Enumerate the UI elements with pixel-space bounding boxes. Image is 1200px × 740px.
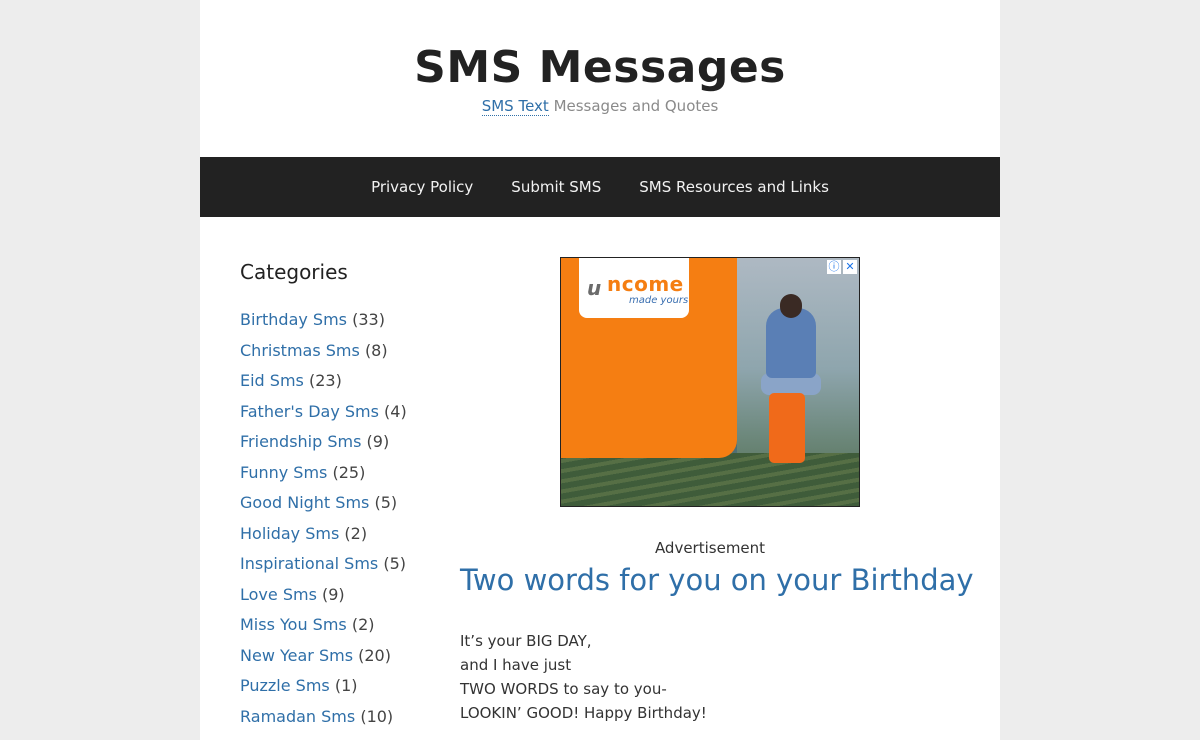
category-link[interactable]: Birthday Sms xyxy=(240,310,347,329)
list-item: Good Night Sms (5) xyxy=(240,493,440,524)
category-count: (5) xyxy=(383,554,407,573)
ad-logo: u ncome made yours xyxy=(579,258,689,318)
category-count: (9) xyxy=(366,432,390,451)
category-count: (9) xyxy=(322,584,345,604)
category-link[interactable]: Love Sms xyxy=(240,585,317,604)
ad-controls: ⓘ ✕ xyxy=(827,260,857,274)
list-item: Christmas Sms (8) xyxy=(240,341,440,372)
list-item: Eid Sms (23) xyxy=(240,371,440,402)
page-container: SMS Messages SMS Text Messages and Quote… xyxy=(200,0,1000,740)
category-count: (25) xyxy=(332,462,366,482)
category-count: (2) xyxy=(351,615,375,634)
post-body: It’s your BIG DAY, and I have just TWO W… xyxy=(460,629,960,725)
list-item: Funny Sms (25) xyxy=(240,463,440,494)
list-item: New Year Sms (20) xyxy=(240,646,440,677)
ad-suitcase-image xyxy=(769,393,805,463)
ad-logo-text: ncome xyxy=(607,272,684,296)
category-count: (23) xyxy=(308,371,342,390)
category-count: (10) xyxy=(360,706,394,726)
categories-heading: Categories xyxy=(240,260,348,284)
category-count: (2) xyxy=(344,523,368,543)
site-tagline: SMS Text Messages and Quotes xyxy=(200,96,1000,116)
main-nav: Privacy Policy Submit SMS SMS Resources … xyxy=(200,157,1000,217)
list-item: Friendship Sms (9) xyxy=(240,432,440,463)
category-count: (1) xyxy=(334,676,358,695)
list-item: Miss You Sms (2) xyxy=(240,615,440,646)
site-title[interactable]: SMS Messages xyxy=(200,42,1000,94)
ad-logo-slogan: made yours xyxy=(629,295,689,306)
list-item: Holiday Sms (2) xyxy=(240,524,440,555)
list-item: Ramadan Sms (10) xyxy=(240,707,440,738)
ad-close-icon[interactable]: ✕ xyxy=(843,260,857,274)
category-link[interactable]: Inspirational Sms xyxy=(240,554,378,573)
category-link[interactable]: New Year Sms xyxy=(240,646,353,665)
post-line: TWO WORDS to say to you- xyxy=(460,680,667,698)
category-list: Birthday Sms (33) Christmas Sms (8) Eid … xyxy=(240,310,440,737)
ad-logo-mark: u xyxy=(587,276,602,300)
tagline-text: Messages and Quotes xyxy=(548,97,719,115)
advertisement-label: Advertisement xyxy=(654,539,766,557)
list-item: Birthday Sms (33) xyxy=(240,310,440,341)
category-link[interactable]: Friendship Sms xyxy=(240,432,361,451)
sidebar: Categories Birthday Sms (33) Christmas S… xyxy=(240,258,440,737)
category-link[interactable]: Holiday Sms xyxy=(240,524,339,543)
category-link[interactable]: Miss You Sms xyxy=(240,615,347,634)
nav-item-privacy-policy[interactable]: Privacy Policy xyxy=(371,178,473,196)
nav-item-sms-resources[interactable]: SMS Resources and Links xyxy=(639,178,829,196)
category-count: (33) xyxy=(352,310,385,329)
category-link[interactable]: Puzzle Sms xyxy=(240,676,330,695)
category-link[interactable]: Ramadan Sms xyxy=(240,707,355,726)
category-count: (4) xyxy=(384,401,407,421)
ad-field-image xyxy=(561,453,859,506)
list-item: Father's Day Sms (4) xyxy=(240,402,440,433)
category-link[interactable]: Eid Sms xyxy=(240,371,304,390)
list-item: Love Sms (9) xyxy=(240,585,440,616)
list-item: Puzzle Sms (1) xyxy=(240,676,440,707)
ad-banner[interactable]: u ncome made yours ⓘ ✕ xyxy=(560,257,860,507)
tagline-link[interactable]: SMS Text xyxy=(481,97,549,116)
ad-info-icon[interactable]: ⓘ xyxy=(827,260,841,274)
category-count: (5) xyxy=(374,493,398,512)
category-count: (20) xyxy=(358,645,391,665)
post-line: LOOKIN’ GOOD! Happy Birthday! xyxy=(460,704,707,722)
ad-person-image xyxy=(766,308,816,378)
post-title[interactable]: Two words for you on your Birthday xyxy=(460,560,980,600)
category-link[interactable]: Christmas Sms xyxy=(240,341,360,360)
ad-person-head xyxy=(780,294,802,318)
post-line: It’s your BIG DAY, xyxy=(460,632,592,650)
category-link[interactable]: Father's Day Sms xyxy=(240,402,379,421)
category-count: (8) xyxy=(364,340,388,360)
site-header: SMS Messages SMS Text Messages and Quote… xyxy=(200,0,1000,157)
category-link[interactable]: Funny Sms xyxy=(240,463,327,482)
post-line: and I have just xyxy=(460,656,572,674)
nav-item-submit-sms[interactable]: Submit SMS xyxy=(511,178,601,196)
category-link[interactable]: Good Night Sms xyxy=(240,493,369,512)
list-item: Inspirational Sms (5) xyxy=(240,554,440,585)
